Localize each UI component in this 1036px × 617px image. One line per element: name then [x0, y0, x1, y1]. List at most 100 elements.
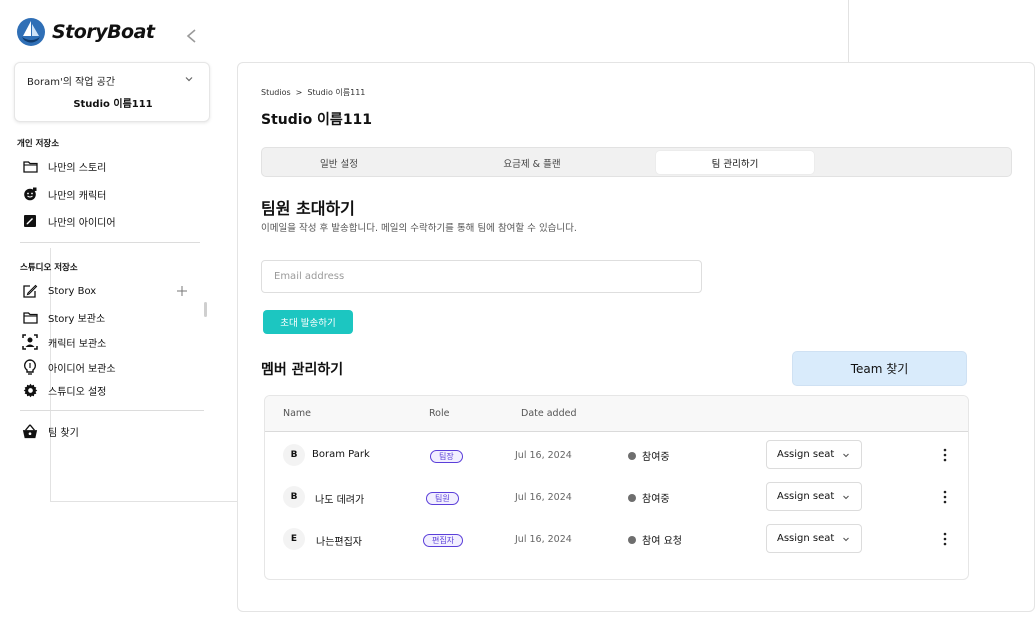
basket-icon — [22, 423, 38, 439]
edit-box-icon — [22, 283, 38, 299]
breadcrumb-current: Studio 이름111 — [307, 88, 366, 97]
more-options-button[interactable] — [939, 488, 951, 506]
member-status: 참여중 — [628, 490, 670, 505]
person-frame-icon — [22, 334, 38, 350]
members-title: 멤버 관리하기 — [261, 362, 344, 378]
app-name: StoryBoat — [52, 21, 155, 43]
avatar: E — [283, 528, 305, 550]
sidebar-item-story-box[interactable]: Story Box — [22, 281, 96, 301]
kebab-menu-icon — [943, 448, 947, 462]
status-label: 참여 요청 — [642, 536, 682, 547]
studio-storage-title: 스튜디오 저장소 — [20, 263, 78, 273]
sidebar-divider — [20, 410, 204, 411]
sidebar-item-studio-settings[interactable]: 스튜디오 설정 — [22, 380, 106, 400]
sidebar-item-find-team[interactable]: 팀 찾기 — [22, 421, 79, 441]
guide-line — [848, 0, 849, 62]
tab-team[interactable]: 팀 관리하기 — [656, 151, 814, 174]
sidebar-item-label: 나만의 캐릭터 — [48, 190, 107, 202]
tab-plans[interactable]: 요금제 & 플랜 — [455, 151, 609, 174]
status-dot — [628, 535, 636, 544]
sidebar-item-my-stories[interactable]: 나만의 스토리 — [22, 156, 106, 176]
sidebar-item-label: 팀 찾기 — [48, 427, 79, 439]
date-added: Jul 16, 2024 — [515, 534, 572, 545]
sidebar-item-story-archive[interactable]: Story 보관소 — [22, 307, 105, 327]
member-status: 참여중 — [628, 448, 670, 463]
sidebar-item-label: 나만의 스토리 — [48, 162, 107, 174]
status-dot — [628, 451, 636, 460]
member-status: 참여 요청 — [628, 532, 682, 547]
more-options-button[interactable] — [939, 446, 951, 464]
chevron-down-icon — [843, 453, 849, 457]
collapse-sidebar-button[interactable] — [182, 26, 200, 46]
personal-storage-title: 개인 저장소 — [17, 139, 60, 149]
app-logo[interactable]: StoryBoat — [16, 17, 155, 47]
assign-seat-dropdown[interactable]: Assign seat — [766, 524, 862, 553]
sidebar-item-label: Story 보관소 — [48, 313, 106, 325]
lightbulb-icon — [22, 359, 38, 375]
sidebar-item-my-characters[interactable]: 나만의 캐릭터 — [22, 184, 106, 204]
members-table: Name Role Date added B Boram Park 팀장 Jul… — [264, 395, 969, 580]
idea-note-icon — [22, 213, 38, 229]
sidebar-scrollbar[interactable] — [204, 302, 207, 317]
kebab-menu-icon — [943, 490, 947, 504]
send-invite-button[interactable]: 초대 발송하기 — [263, 310, 353, 334]
date-added: Jul 16, 2024 — [515, 492, 572, 503]
guide-line — [50, 501, 238, 502]
column-role: Role — [429, 408, 450, 419]
tab-label: 팀 관리하기 — [711, 158, 759, 170]
sidebar-item-character-archive[interactable]: 캐릭터 보관소 — [22, 332, 106, 352]
role-badge: 팀장 — [430, 450, 463, 463]
table-row: B 나도 데려가 팀원 Jul 16, 2024 참여중 Assign seat — [265, 476, 968, 518]
character-icon — [22, 186, 38, 202]
folder-icon — [22, 309, 38, 325]
assign-seat-dropdown[interactable]: Assign seat — [766, 482, 862, 511]
workspace-switcher[interactable]: Boram'의 작업 공간 Studio 이름111 — [14, 62, 210, 122]
gear-icon — [22, 382, 38, 398]
chevron-down-icon — [843, 537, 849, 541]
seat-label: Assign seat — [777, 533, 835, 544]
tab-label: 일반 설정 — [320, 158, 358, 170]
folder-icon — [22, 158, 38, 174]
sidebar-item-label: 나만의 아이디어 — [48, 217, 116, 229]
role-badge: 편집자 — [423, 534, 464, 547]
column-date: Date added — [521, 408, 577, 419]
avatar: B — [283, 444, 305, 466]
table-row: E 나는편집자 편집자 Jul 16, 2024 참여 요청 Assign se… — [265, 518, 968, 560]
sidebar-item-label: 캐릭터 보관소 — [48, 338, 107, 350]
find-team-button[interactable]: Team 찾기 — [792, 351, 967, 386]
avatar: B — [283, 486, 305, 508]
sidebar-item-my-ideas[interactable]: 나만의 아이디어 — [22, 211, 116, 231]
email-field[interactable] — [261, 260, 702, 293]
chevron-down-icon — [185, 77, 193, 82]
kebab-menu-icon — [943, 532, 947, 546]
page-title: Studio 이름111 — [261, 112, 373, 128]
breadcrumb-separator: > — [295, 88, 303, 97]
chevron-down-icon — [843, 495, 849, 499]
invite-description: 이메일을 작성 후 발송합니다. 메일의 수락하기를 통해 팀에 참여할 수 있… — [261, 223, 577, 234]
settings-tabs: 일반 설정 요금제 & 플랜 팀 관리하기 — [261, 147, 1012, 177]
tab-label: 요금제 & 플랜 — [503, 158, 561, 170]
date-added: Jul 16, 2024 — [515, 450, 572, 461]
workspace-studio-name: Studio 이름111 — [73, 99, 153, 110]
seat-label: Assign seat — [777, 491, 835, 502]
breadcrumb-root[interactable]: Studios — [261, 88, 291, 97]
storyboat-logo-icon — [17, 18, 45, 46]
tab-general[interactable]: 일반 설정 — [262, 151, 416, 174]
sidebar-item-label: Story Box — [48, 285, 97, 297]
sidebar-item-idea-archive[interactable]: 아이디어 보관소 — [22, 357, 116, 377]
more-options-button[interactable] — [939, 530, 951, 548]
seat-label: Assign seat — [777, 449, 835, 460]
sidebar-item-label: 스튜디오 설정 — [48, 386, 107, 398]
add-story-box-button[interactable] — [175, 284, 189, 298]
member-name: Boram Park — [312, 449, 370, 460]
main-panel: Studios > Studio 이름111 Studio 이름111 일반 설… — [237, 62, 1035, 612]
table-header: Name Role Date added — [265, 396, 968, 432]
member-name: 나는편집자 — [316, 537, 362, 548]
workspace-owner: Boram'의 작업 공간 — [27, 77, 116, 88]
sidebar-item-label: 아이디어 보관소 — [48, 363, 116, 375]
status-label: 참여중 — [642, 494, 670, 505]
assign-seat-dropdown[interactable]: Assign seat — [766, 440, 862, 469]
breadcrumb: Studios > Studio 이름111 — [261, 87, 365, 98]
status-dot — [628, 493, 636, 502]
table-row: B Boram Park 팀장 Jul 16, 2024 참여중 Assign … — [265, 434, 968, 476]
